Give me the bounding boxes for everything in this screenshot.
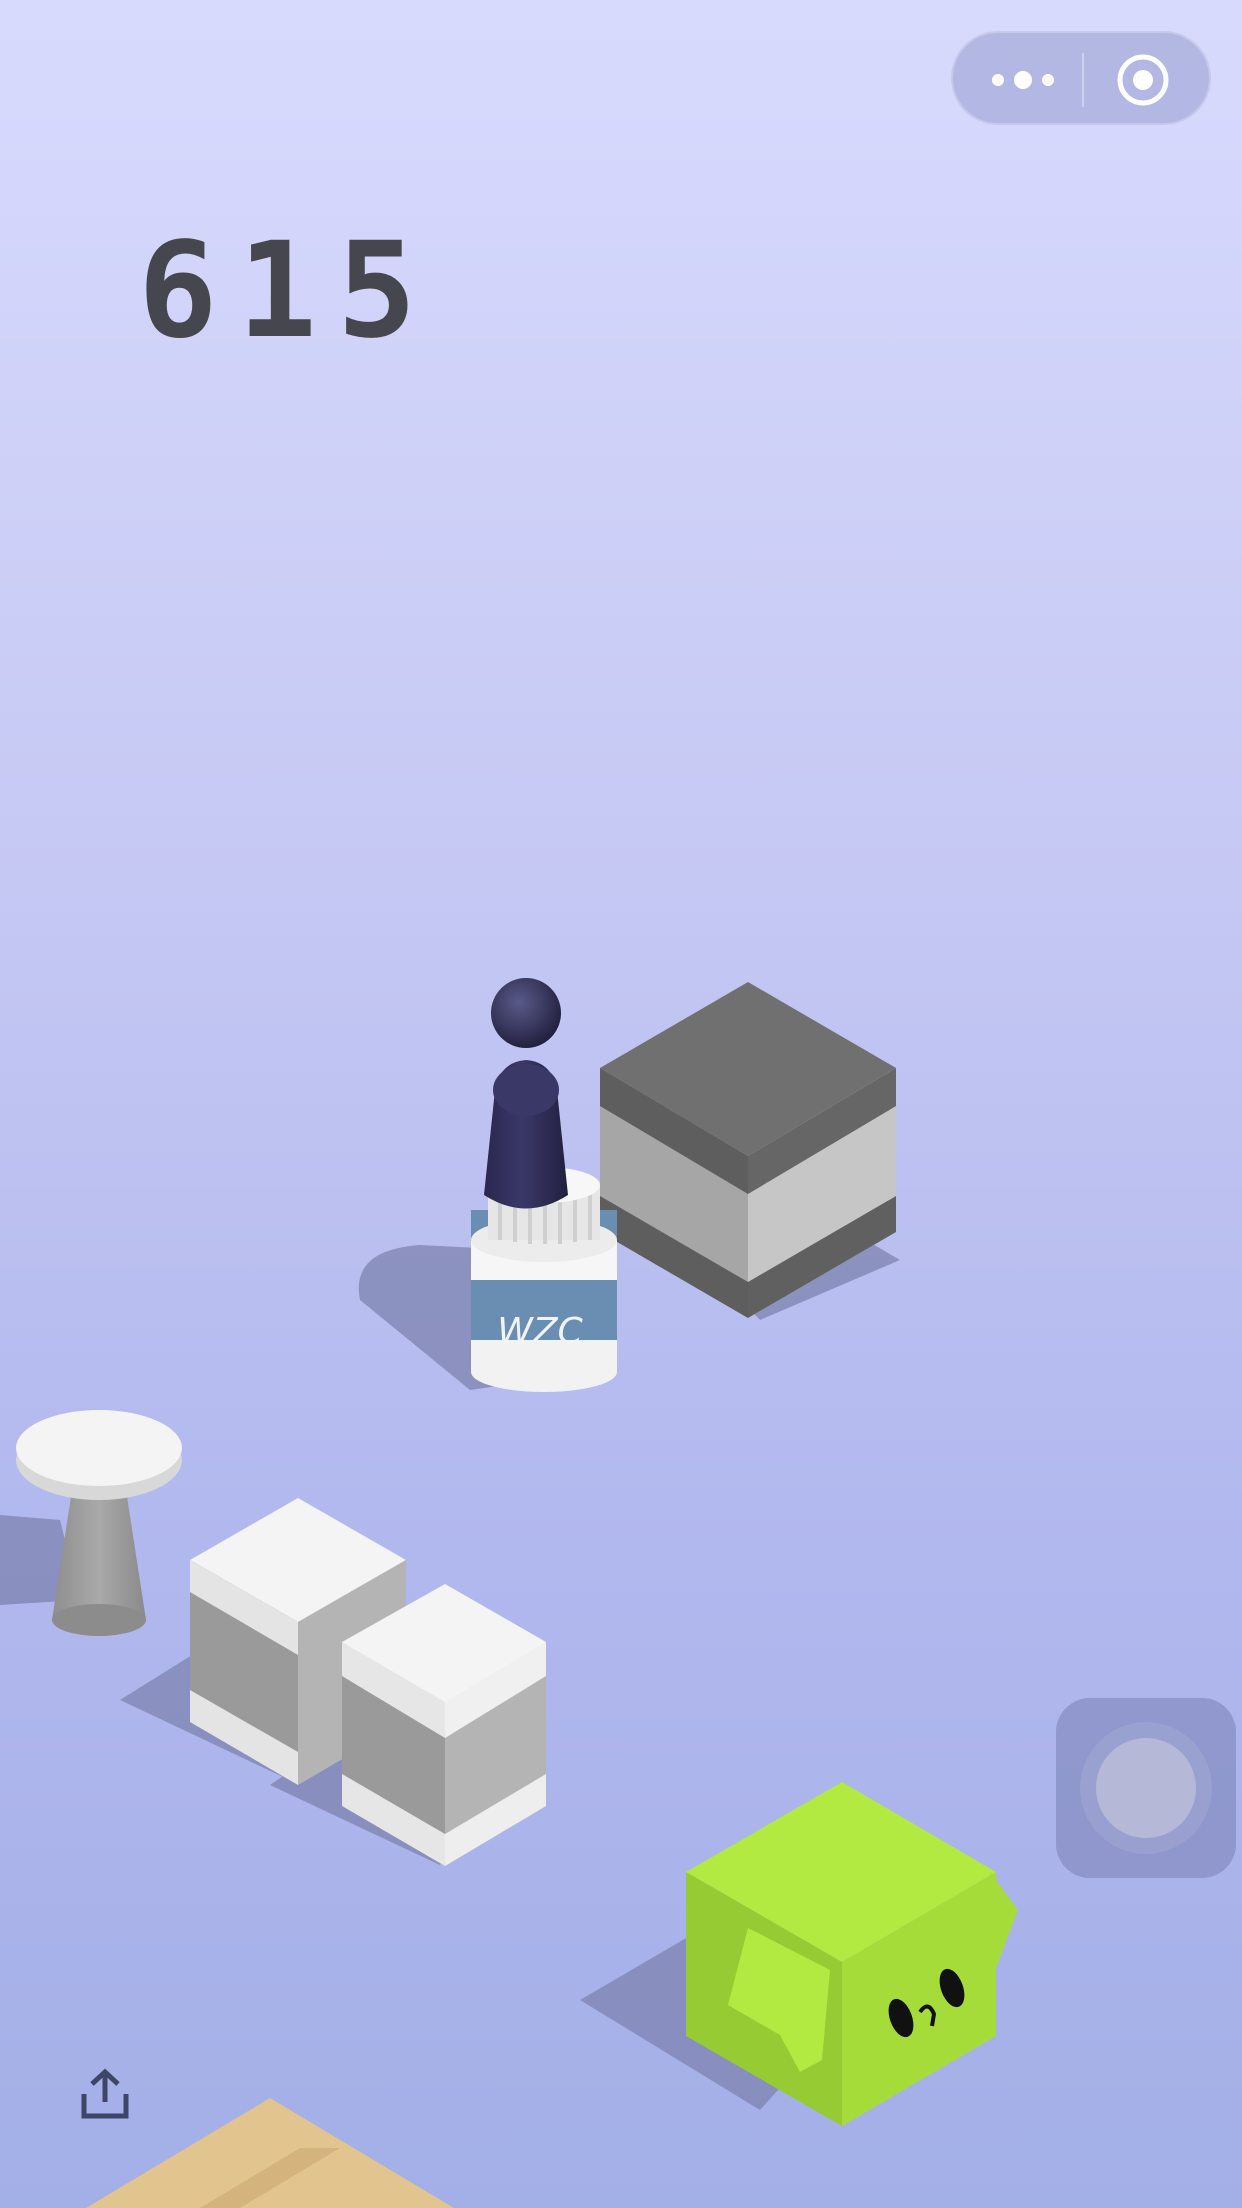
- bottle-label: WZC: [497, 1311, 583, 1352]
- mini-program-capsule: [951, 31, 1211, 125]
- cardboard-box: [86, 2098, 454, 2208]
- share-upload-icon[interactable]: [80, 2068, 130, 2120]
- white-box-right: [342, 1584, 546, 1866]
- floating-assistive-icon: [1096, 1738, 1196, 1838]
- target-close-icon[interactable]: [1116, 53, 1170, 107]
- score-display: 615: [138, 214, 437, 368]
- player-piece: [484, 978, 568, 1209]
- floating-assistive-button[interactable]: [1056, 1698, 1236, 1878]
- more-dots-icon[interactable]: [988, 63, 1058, 97]
- capsule-divider: [1082, 53, 1084, 107]
